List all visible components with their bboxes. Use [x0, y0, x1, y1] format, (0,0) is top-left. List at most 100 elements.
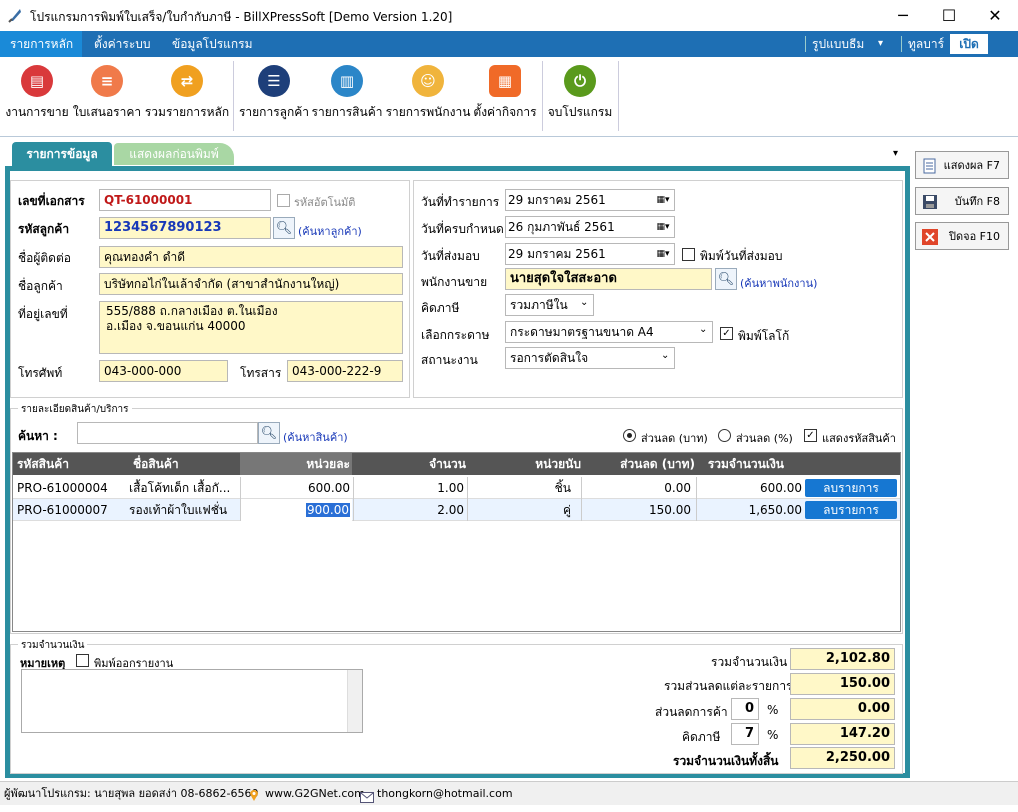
tab-print-preview[interactable]: แสดงผลก่อนพิมพ์: [114, 143, 234, 165]
col-qty[interactable]: จำนวน: [353, 453, 466, 475]
subtotal-label: รวมจำนวนเงิน: [711, 655, 788, 669]
col-name[interactable]: ชื่อสินค้า: [133, 453, 233, 475]
theme-menu[interactable]: รูปแบบธีม: [802, 31, 874, 57]
chevron-down-icon[interactable]: ⌄: [699, 324, 707, 335]
calendar-icon[interactable]: ▦▾: [652, 217, 674, 237]
chevron-down-icon[interactable]: ⌄: [661, 350, 669, 361]
note-scrollbar[interactable]: [347, 670, 362, 732]
website-link[interactable]: www.G2GNet.com: [265, 782, 365, 806]
line-discount-label: รวมส่วนลดแต่ละรายการ: [664, 679, 793, 693]
find-customer-link[interactable]: (ค้นหาลูกค้า): [298, 222, 362, 240]
vat-field: 147.20: [790, 723, 895, 745]
contact-field[interactable]: คุณทองคำ ดำดี: [99, 246, 403, 268]
row-qty[interactable]: 2.00: [353, 499, 466, 521]
menu-about[interactable]: ข้อมูลโปรแกรม: [162, 31, 263, 57]
toolbar-toggle[interactable]: เปิด: [950, 34, 988, 54]
tab-more-icon[interactable]: ▾: [893, 148, 898, 159]
date-picker[interactable]: 29 มกราคม 2561: [505, 189, 675, 211]
search-staff-button[interactable]: 🔍︎: [715, 268, 737, 290]
search-icon: 🔍︎: [275, 220, 293, 236]
search-customer-button[interactable]: 🔍︎: [273, 217, 295, 239]
delivery-date-picker[interactable]: 29 มกราคม 2561: [505, 243, 675, 265]
grid-header: รหัสสินค้า ชื่อสินค้า หน่วยละ จำนวน หน่ว…: [13, 453, 900, 475]
save-button[interactable]: บันทึก F8: [915, 187, 1009, 215]
table-row[interactable]: PRO-61000007 รองเท้าผ้าใบแฟชั่น 900.00 2…: [13, 499, 900, 521]
discount-percent-radio[interactable]: [718, 429, 731, 442]
toolbar-label: ทูลบาร์: [908, 37, 945, 51]
row-discount[interactable]: 0.00: [581, 477, 695, 499]
auto-code-checkbox[interactable]: [277, 194, 290, 207]
ribbon-merge-button[interactable]: ⇄ รวมรายการหลัก: [145, 61, 229, 133]
note-textarea[interactable]: [21, 669, 363, 733]
vat-percent[interactable]: 7: [731, 723, 759, 745]
ribbon-products-button[interactable]: ▥ รายการสินค้า: [312, 61, 382, 133]
date-value: 29 มกราคม 2561: [508, 193, 606, 207]
delete-row-button[interactable]: ลบรายการ: [805, 479, 897, 497]
chevron-down-icon[interactable]: ⌄: [580, 297, 588, 308]
theme-dropdown-icon[interactable]: ▾: [868, 31, 893, 57]
table-row[interactable]: PRO-61000004 เสื้อโค้ทเด็ก เสื้อกั... 60…: [13, 477, 900, 499]
col-price[interactable]: หน่วยละ: [240, 453, 352, 475]
trade-discount-label: ส่วนลดการค้า: [655, 705, 728, 719]
email-link[interactable]: thongkorn@hotmail.com: [377, 782, 513, 806]
ribbon-quotation-button[interactable]: ≡ ใบเสนอราคา: [72, 61, 142, 133]
menu-main[interactable]: รายการหลัก: [0, 31, 82, 57]
print-delivery-checkbox[interactable]: [682, 248, 695, 261]
row-name: รองเท้าผ้าใบแฟชั่น: [129, 503, 228, 517]
staff-icon: ☺: [412, 65, 444, 97]
discount-baht-radio[interactable]: [623, 429, 636, 442]
col-code[interactable]: รหัสสินค้า: [17, 453, 127, 475]
print-logo-checkbox[interactable]: ✓: [720, 327, 733, 340]
paper-value: กระดาษมาตรฐานขนาด A4: [510, 325, 654, 339]
row-unit: คู่: [467, 499, 581, 521]
percent-label: %: [767, 703, 779, 717]
salesman-label: พนักงานขาย: [421, 275, 488, 289]
preview-label: แสดงผล F7: [943, 159, 1000, 172]
col-total[interactable]: รวมจำนวนเงิน: [696, 453, 804, 475]
show-code-checkbox[interactable]: ✓: [804, 429, 817, 442]
col-discount[interactable]: ส่วนลด (บาท): [581, 453, 695, 475]
trade-discount-percent[interactable]: 0: [731, 698, 759, 720]
calendar-icon[interactable]: ▦▾: [652, 190, 674, 210]
delete-row-button[interactable]: ลบรายการ: [805, 501, 897, 519]
close-button[interactable]: ✕: [972, 0, 1018, 31]
ribbon-customers-button[interactable]: ☰ รายการลูกค้า: [238, 61, 310, 133]
find-product-link[interactable]: (ค้นหาสินค้า): [283, 428, 348, 446]
sales-icon: ▤: [21, 65, 53, 97]
tab-data[interactable]: รายการข้อมูล: [12, 142, 112, 166]
ribbon-customers-label: รายการลูกค้า: [238, 105, 310, 119]
find-staff-link[interactable]: (ค้นหาพนักงาน): [740, 274, 817, 292]
due-date-picker[interactable]: 26 กุมภาพันธ์ 2561: [505, 216, 675, 238]
row-price[interactable]: 900.00: [240, 499, 352, 521]
row-discount[interactable]: 150.00: [581, 499, 695, 521]
vat-label: คิดภาษี: [682, 730, 721, 744]
col-unit[interactable]: หน่วยนับ: [467, 453, 581, 475]
ribbon-sales-button[interactable]: ▤ งานการขาย: [4, 61, 70, 133]
maximize-button[interactable]: ☐: [926, 0, 972, 31]
status-value: รอการตัดสินใจ: [510, 351, 589, 365]
phone-field[interactable]: 043-000-000: [99, 360, 228, 382]
status-select[interactable]: รอการตัดสินใจ: [505, 347, 675, 369]
preview-button[interactable]: แสดงผล F7: [915, 151, 1009, 179]
tax-value: รวมภาษีใน: [510, 298, 568, 312]
due-value: 26 กุมภาพันธ์ 2561: [508, 220, 615, 234]
minimize-button[interactable]: ─: [880, 0, 926, 31]
search-product-button[interactable]: 🔍︎: [258, 422, 280, 444]
menu-settings[interactable]: ตั้งค่าระบบ: [84, 31, 161, 57]
row-price[interactable]: 600.00: [240, 477, 352, 499]
address-field[interactable]: 555/888 ถ.กลางเมือง ต.ในเมือง อ.เมือง จ.…: [99, 301, 403, 354]
row-qty[interactable]: 1.00: [353, 477, 466, 499]
ribbon-company-button[interactable]: ▦ ตั้งค่ากิจการ: [473, 61, 537, 133]
ribbon-staff-button[interactable]: ☺ รายการพนักงาน: [385, 61, 471, 133]
cust-code-field[interactable]: 1234567890123: [99, 217, 271, 239]
fax-field[interactable]: 043-000-222-9: [287, 360, 403, 382]
ribbon-exit-button[interactable]: ⏻ จบโปรแกรม: [546, 61, 614, 133]
close-form-button[interactable]: ปิดจอ F10: [915, 222, 1009, 250]
salesman-field[interactable]: นายสุดใจใสสะอาด: [505, 268, 712, 290]
paper-select[interactable]: กระดาษมาตรฐานขนาด A4: [505, 321, 713, 343]
product-search-input[interactable]: [77, 422, 258, 444]
doc-no-field[interactable]: QT-61000001: [99, 189, 271, 211]
calendar-icon[interactable]: ▦▾: [652, 244, 674, 264]
print-note-checkbox[interactable]: [76, 654, 89, 667]
cust-name-field[interactable]: บริษัทกอไก่ในเล้าจำกัด (สาขาสำนักงานใหญ่…: [99, 273, 403, 295]
